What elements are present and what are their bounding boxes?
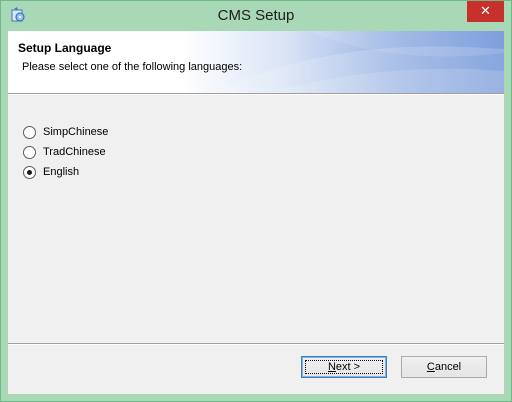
next-button[interactable]: Next > [301, 356, 387, 378]
page-subtitle: Please select one of the following langu… [22, 61, 243, 73]
next-button-label: Next > [328, 361, 360, 373]
dialog-client-area: Setup Language Please select one of the … [8, 31, 504, 394]
radio-button-circle[interactable] [23, 126, 36, 139]
radio-selected-dot [27, 170, 32, 175]
cancel-mnemonic: C [426, 361, 435, 373]
next-mnemonic: N [327, 361, 336, 373]
footer-divider [8, 343, 504, 345]
next-label-rest: ext > [335, 361, 361, 373]
radio-button-circle[interactable] [23, 146, 36, 159]
window-title: CMS Setup [217, 7, 295, 24]
setup-window: CMS Setup ✕ Setup Language Please select… [0, 0, 512, 402]
header-divider [8, 93, 504, 95]
page-title: Setup Language [18, 41, 112, 55]
close-icon: ✕ [480, 4, 491, 19]
close-button[interactable]: ✕ [467, 1, 504, 22]
cancel-label-rest: ancel [434, 361, 462, 373]
radio-label[interactable]: SimpChinese [43, 125, 108, 139]
cancel-button-label: Cancel [427, 361, 461, 373]
header-banner: Setup Language Please select one of the … [8, 31, 504, 93]
cancel-button[interactable]: Cancel [401, 356, 487, 378]
radio-label[interactable]: English [43, 165, 79, 179]
radio-button-circle[interactable] [23, 166, 36, 179]
title-bar[interactable]: CMS Setup ✕ [1, 1, 511, 31]
radio-label[interactable]: TradChinese [43, 145, 106, 159]
